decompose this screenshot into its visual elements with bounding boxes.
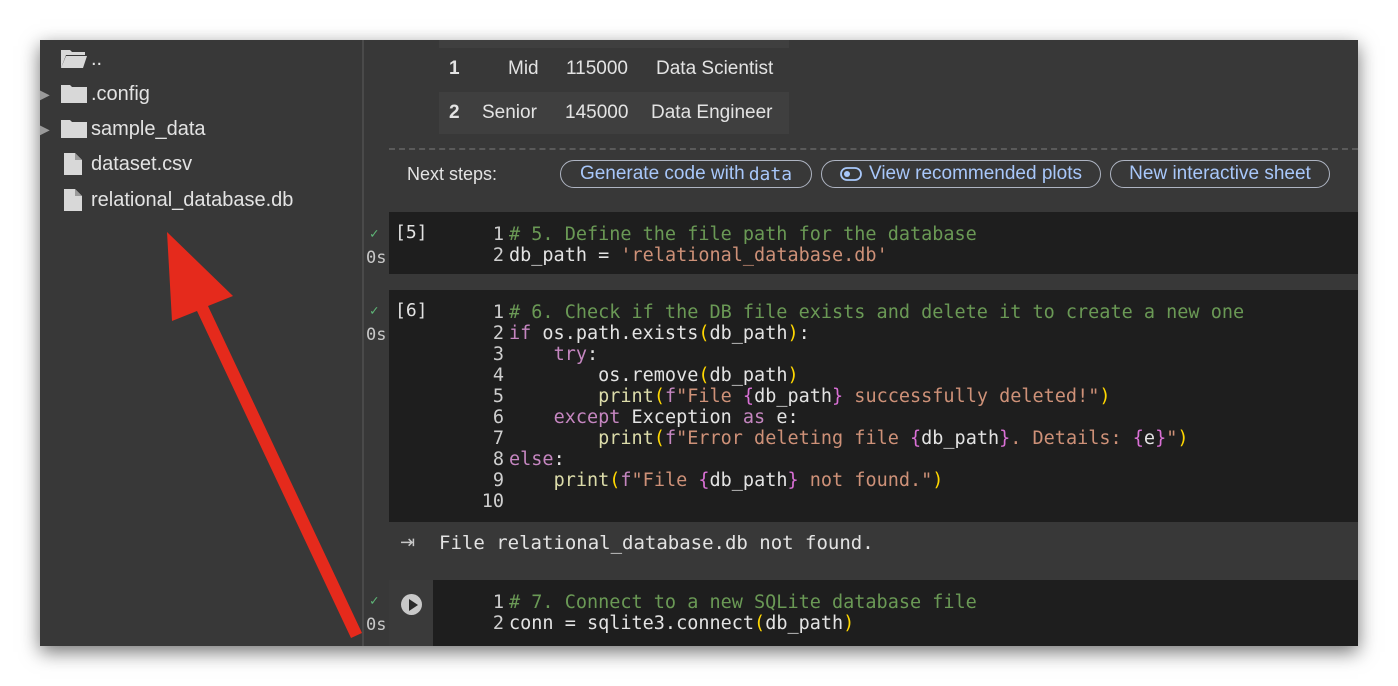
red-arrow-shape <box>167 232 362 638</box>
annotation-arrow <box>167 232 362 638</box>
notebook-window: .. ▶ .config ▶ sample_data dataset.csv r… <box>40 40 1358 646</box>
